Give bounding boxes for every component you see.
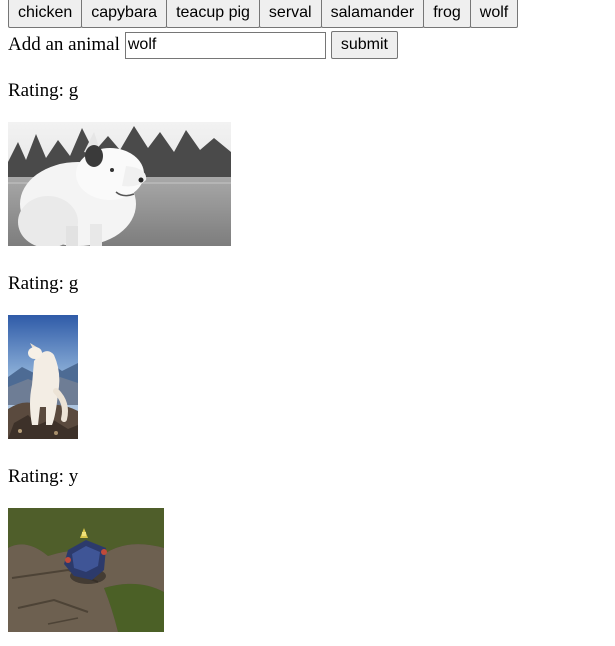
animal-input[interactable] [124, 31, 326, 59]
animal-button-wolf[interactable]: wolf [469, 0, 519, 28]
wolf-gif-image [8, 315, 78, 439]
submit-button[interactable]: submit [330, 31, 398, 59]
result-item: Rating: g [8, 273, 79, 439]
rating-label: Rating: g [8, 80, 79, 101]
result-item: Rating: g [8, 80, 231, 246]
result-item: Rating: y [8, 466, 164, 632]
animal-button-capybara[interactable]: capybara [81, 0, 168, 28]
wolf-gif-image [8, 122, 231, 246]
add-animal-form: Add an animal submit [8, 31, 398, 59]
animal-button-frog[interactable]: frog [423, 0, 471, 28]
animal-button-row: chicken capybara teacup pig serval salam… [8, 0, 519, 28]
page: chicken capybara teacup pig serval salam… [0, 0, 615, 646]
animal-button-chicken[interactable]: chicken [8, 0, 83, 28]
rating-label: Rating: y [8, 466, 79, 487]
rating-label: Rating: g [8, 273, 79, 294]
add-animal-label: Add an animal [8, 34, 120, 55]
animal-button-salamander[interactable]: salamander [320, 0, 425, 28]
animal-button-serval[interactable]: serval [258, 0, 322, 28]
animal-button-teacup-pig[interactable]: teacup pig [166, 0, 260, 28]
game-gif-image [8, 508, 164, 632]
